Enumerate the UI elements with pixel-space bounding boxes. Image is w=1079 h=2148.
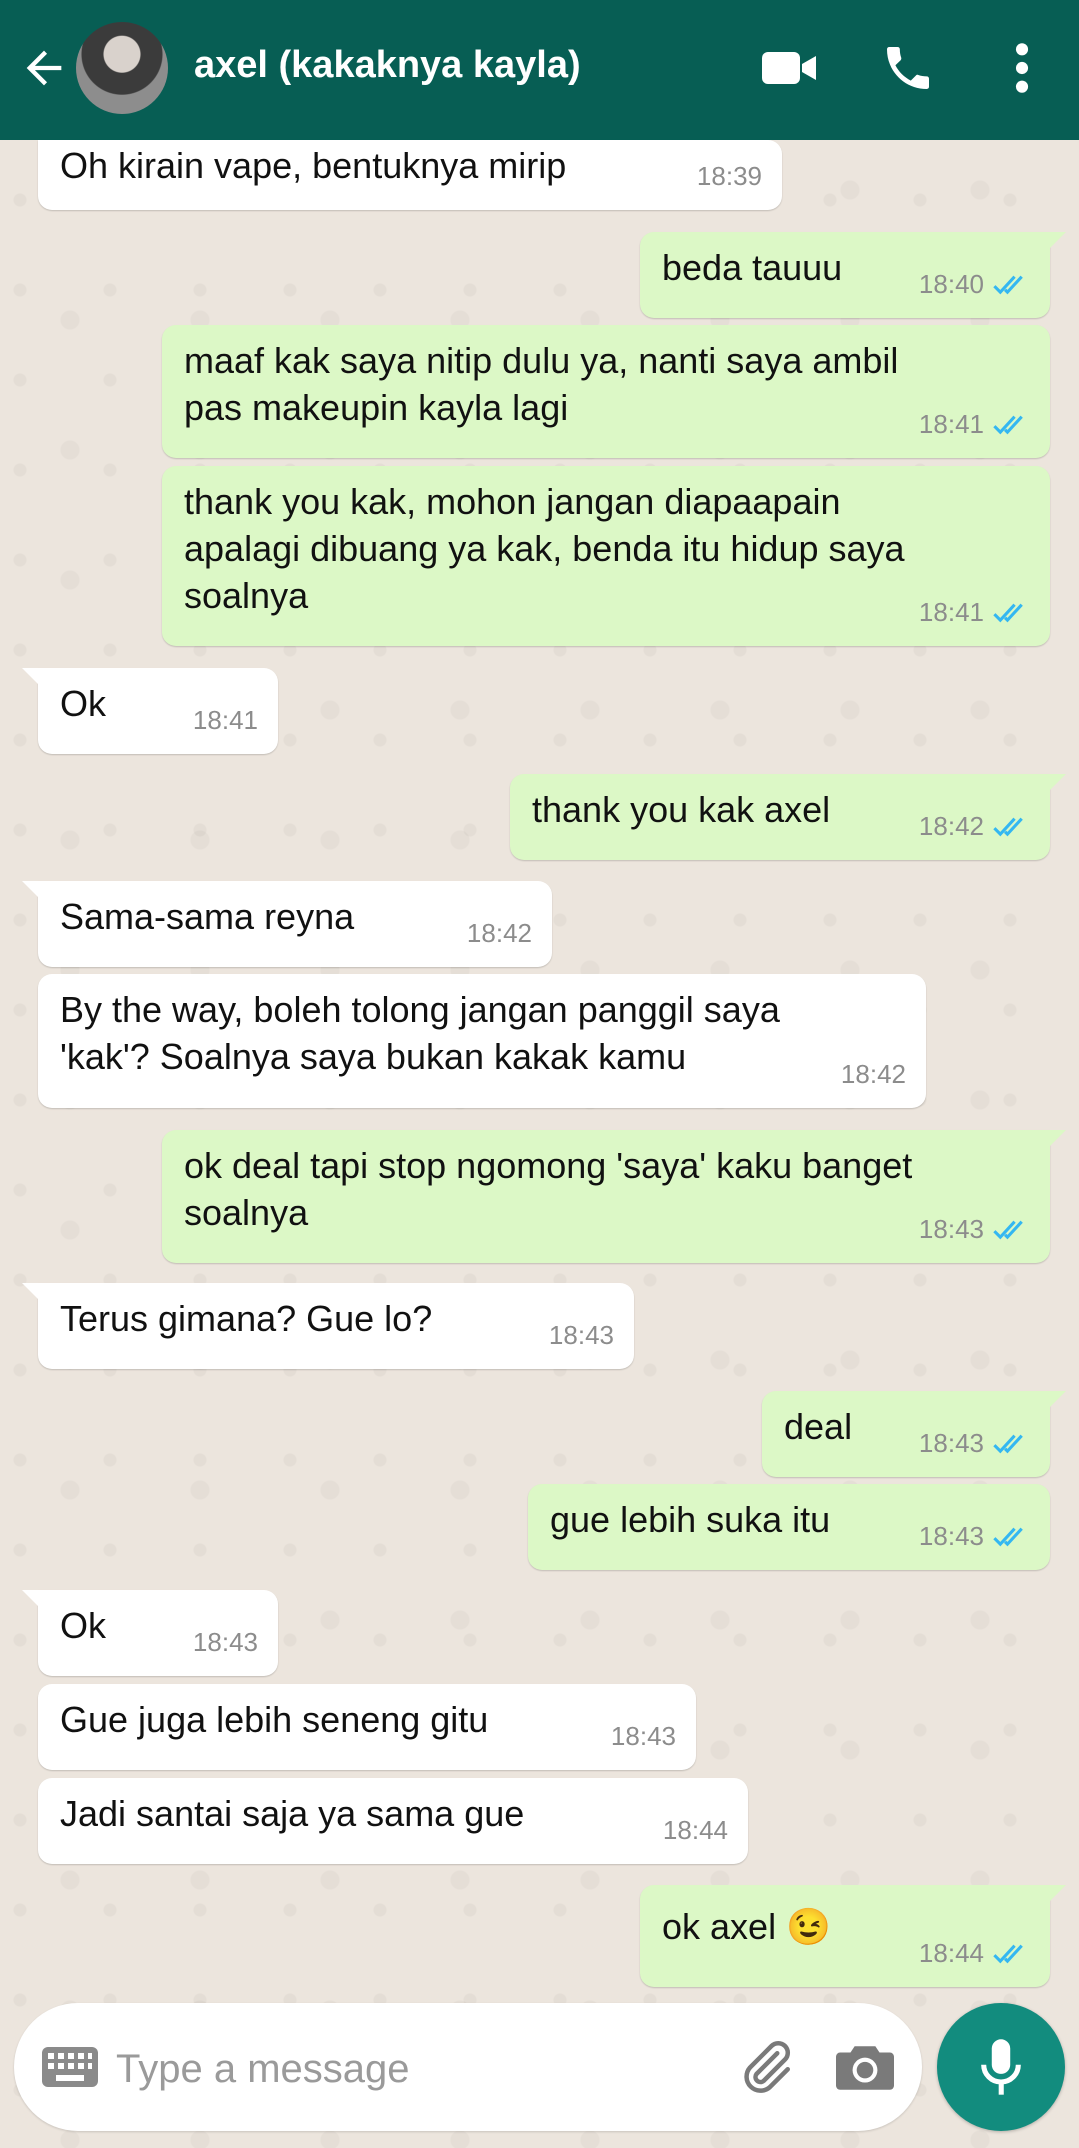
microphone-icon <box>981 2039 1021 2095</box>
message-incoming[interactable]: Jadi santai saja ya sama gue 18:44 <box>38 1778 748 1864</box>
message-time: 18:41 <box>192 705 258 735</box>
message-time: 18:42 <box>918 811 984 841</box>
double-check-icon <box>993 1944 1023 1963</box>
message-text: By the way, boleh tolong jangan panggil … <box>60 989 780 1077</box>
message-text: ok deal tapi stop ngomong 'saya' kaku ba… <box>184 1145 913 1233</box>
message-text: Ok <box>60 1605 107 1646</box>
chat-header: axel (kakaknya kayla) <box>0 0 1079 140</box>
bubble-tail <box>1048 232 1066 250</box>
message-text: beda tauuu <box>662 247 843 288</box>
message-incoming[interactable]: Oh kirain vape, bentuknya mirip 18:39 <box>38 140 782 210</box>
voice-message-button[interactable] <box>937 2003 1065 2131</box>
message-meta: 18:43 <box>919 1420 1030 1467</box>
bubble-tail <box>22 1283 40 1301</box>
message-text: Jadi santai saja ya sama gue <box>60 1793 525 1834</box>
message-input[interactable] <box>114 2033 718 2105</box>
message-time: 18:43 <box>918 1214 984 1244</box>
contact-name[interactable]: axel (kakaknya kayla) <box>194 44 581 87</box>
message-time: 18:44 <box>918 1938 984 1968</box>
message-outgoing[interactable]: beda tauuu 18:40 <box>640 232 1066 318</box>
message-incoming[interactable]: Ok 18:43 <box>22 1590 278 1676</box>
message-text: ok axel 😉 <box>662 1906 831 1947</box>
phone-icon[interactable] <box>878 40 938 96</box>
message-meta: 18:42 <box>919 803 1030 850</box>
bubble-tail <box>1048 1130 1066 1148</box>
message-time: 18:43 <box>918 1428 984 1458</box>
message-meta: 18:44 <box>919 1930 1030 1977</box>
message-text: thank you kak axel <box>532 789 831 830</box>
message-text: deal <box>784 1406 853 1447</box>
message-meta: 18:42 <box>467 910 532 957</box>
message-time: 18:42 <box>466 918 532 948</box>
message-composer <box>14 2003 922 2131</box>
double-check-icon <box>993 1434 1023 1453</box>
message-outgoing[interactable]: gue lebih suka itu 18:43 <box>528 1484 1050 1570</box>
double-check-icon <box>993 603 1023 622</box>
bubble-tail <box>1048 1391 1066 1409</box>
message-incoming[interactable]: Terus gimana? Gue lo? 18:43 <box>22 1283 634 1369</box>
message-time: 18:41 <box>918 409 984 439</box>
bubble-tail <box>1048 774 1066 792</box>
message-meta: 18:41 <box>919 401 1030 448</box>
message-incoming[interactable]: Sama-sama reyna 18:42 <box>22 881 552 967</box>
double-check-icon <box>993 275 1023 294</box>
paperclip-icon[interactable] <box>736 2037 796 2097</box>
message-text: gue lebih suka itu <box>550 1499 831 1540</box>
message-text: Terus gimana? Gue lo? <box>60 1298 433 1339</box>
message-meta: 18:41 <box>919 589 1030 636</box>
more-vertical-icon[interactable] <box>1000 40 1044 96</box>
message-incoming[interactable]: By the way, boleh tolong jangan panggil … <box>38 974 926 1108</box>
message-meta: 18:43 <box>611 1713 676 1760</box>
message-time: 18:41 <box>918 597 984 627</box>
double-check-icon <box>993 817 1023 836</box>
message-time: 18:40 <box>918 269 984 299</box>
message-meta: 18:43 <box>919 1513 1030 1560</box>
message-meta: 18:44 <box>663 1807 728 1854</box>
message-time: 18:39 <box>696 161 762 191</box>
message-meta: 18:40 <box>919 261 1030 308</box>
message-outgoing[interactable]: ok axel 😉 18:44 <box>640 1885 1066 1987</box>
message-time: 18:43 <box>548 1320 614 1350</box>
message-time: 18:43 <box>918 1521 984 1551</box>
message-time: 18:44 <box>662 1815 728 1845</box>
message-meta: 18:42 <box>841 1051 906 1098</box>
message-outgoing[interactable]: thank you kak axel 18:42 <box>510 774 1066 860</box>
video-call-icon[interactable] <box>760 40 820 96</box>
bubble-tail <box>1048 1885 1066 1903</box>
message-text: Ok <box>60 683 107 724</box>
message-text: thank you kak, mohon jangan diapaapain a… <box>184 481 905 616</box>
message-text: maaf kak saya nitip dulu ya, nanti saya … <box>184 340 899 428</box>
double-check-icon <box>993 1220 1023 1239</box>
message-time: 18:42 <box>840 1059 906 1089</box>
message-text: Gue juga lebih seneng gitu <box>60 1699 489 1740</box>
keyboard-icon[interactable] <box>42 2047 98 2087</box>
message-time: 18:43 <box>610 1721 676 1751</box>
message-outgoing[interactable]: maaf kak saya nitip dulu ya, nanti saya … <box>162 325 1050 458</box>
message-time: 18:43 <box>192 1627 258 1657</box>
message-outgoing[interactable]: deal 18:43 <box>762 1391 1066 1477</box>
avatar[interactable] <box>76 22 168 114</box>
camera-icon[interactable] <box>836 2041 894 2093</box>
arrow-left-icon[interactable] <box>18 42 70 94</box>
message-text: Oh kirain vape, bentuknya mirip <box>60 145 567 186</box>
message-outgoing[interactable]: thank you kak, mohon jangan diapaapain a… <box>162 466 1050 646</box>
message-outgoing[interactable]: ok deal tapi stop ngomong 'saya' kaku ba… <box>162 1130 1066 1263</box>
message-meta: 18:39 <box>697 153 762 200</box>
message-incoming[interactable]: Gue juga lebih seneng gitu 18:43 <box>38 1684 696 1770</box>
bubble-tail <box>22 881 40 899</box>
message-incoming[interactable]: Ok 18:41 <box>22 668 278 754</box>
message-meta: 18:43 <box>193 1619 258 1666</box>
message-meta: 18:43 <box>549 1312 614 1359</box>
double-check-icon <box>993 1527 1023 1546</box>
message-text: Sama-sama reyna <box>60 896 355 937</box>
message-meta: 18:41 <box>193 697 258 744</box>
bubble-tail <box>22 1590 40 1608</box>
message-meta: 18:43 <box>919 1206 1030 1253</box>
bubble-tail <box>22 668 40 686</box>
double-check-icon <box>993 415 1023 434</box>
